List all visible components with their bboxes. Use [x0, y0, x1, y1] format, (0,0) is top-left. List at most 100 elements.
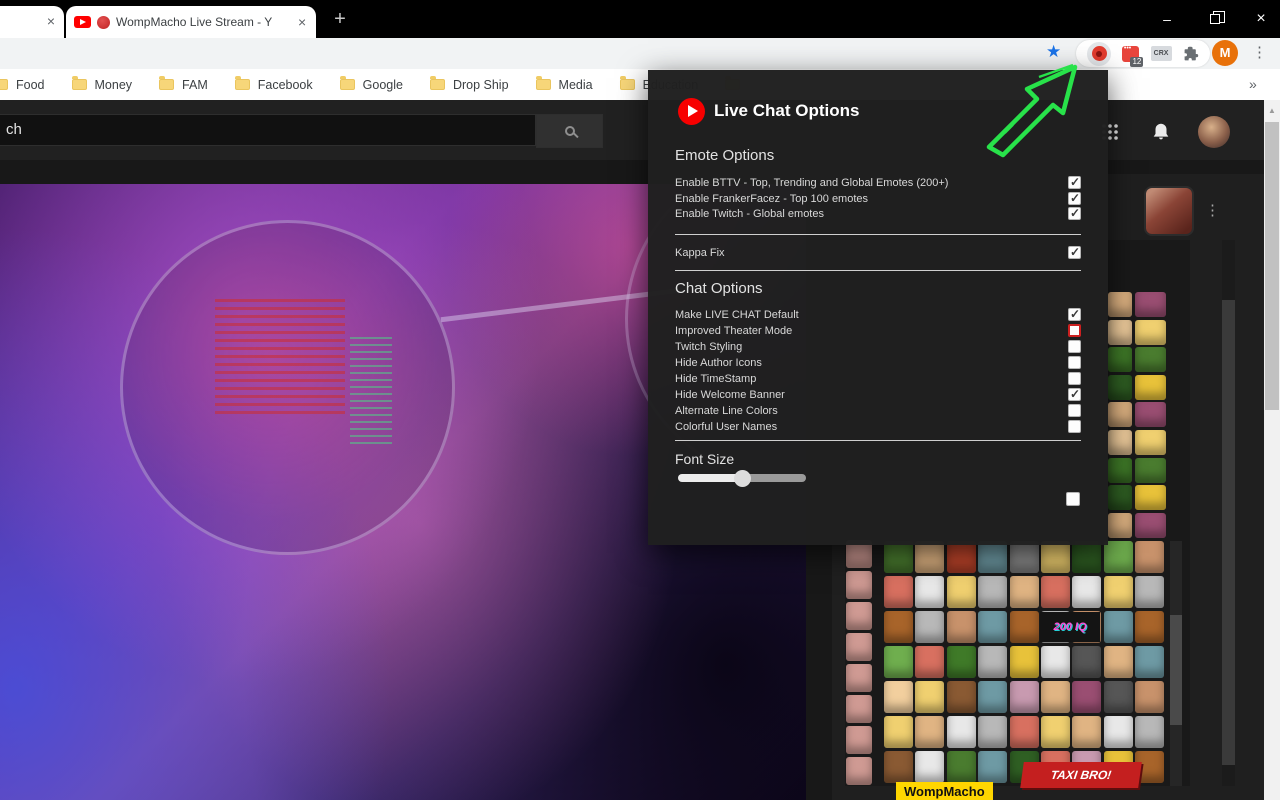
emote-tile[interactable]: [1041, 646, 1070, 678]
bookmark-item[interactable]: Food: [0, 78, 45, 92]
emote-tile[interactable]: [1135, 458, 1166, 483]
option-checkbox[interactable]: [1068, 176, 1081, 189]
emote-tile[interactable]: [884, 576, 913, 608]
emote-tile[interactable]: [1104, 681, 1133, 713]
emote-tile[interactable]: [947, 611, 976, 643]
emote-tile[interactable]: [884, 611, 913, 643]
footer-checkbox[interactable]: [1066, 492, 1080, 506]
option-checkbox[interactable]: [1068, 356, 1081, 369]
option-checkbox[interactable]: [1068, 324, 1081, 337]
emote-tile[interactable]: [1104, 611, 1133, 643]
emote-tile[interactable]: [1108, 320, 1132, 345]
emote-tile[interactable]: [947, 681, 976, 713]
emote-tile[interactable]: [1135, 347, 1166, 372]
emote-tile[interactable]: [978, 611, 1007, 643]
option-checkbox[interactable]: [1068, 246, 1081, 259]
emote-tile[interactable]: [978, 716, 1007, 748]
emote-tile[interactable]: [1072, 646, 1101, 678]
browser-menu-icon[interactable]: ⋮: [1252, 43, 1267, 61]
emote-tile[interactable]: [884, 681, 913, 713]
emote-tile[interactable]: [978, 751, 1007, 783]
emote-tile[interactable]: [1108, 430, 1132, 455]
emote-tile[interactable]: [846, 571, 872, 599]
emote-tile[interactable]: [1104, 716, 1133, 748]
new-tab-button[interactable]: +: [328, 8, 352, 32]
emote-tile[interactable]: [884, 751, 913, 783]
emote-tile[interactable]: [978, 576, 1007, 608]
emote-tile[interactable]: [1041, 541, 1070, 573]
emote-tile[interactable]: [1108, 485, 1132, 510]
search-input[interactable]: ch: [0, 114, 536, 146]
option-checkbox[interactable]: [1068, 308, 1081, 321]
emote-tile[interactable]: [1041, 576, 1070, 608]
emote-tile[interactable]: [846, 726, 872, 754]
emote-tile[interactable]: [947, 716, 976, 748]
option-checkbox[interactable]: [1068, 372, 1081, 385]
emote-tile-200iq[interactable]: 200 IQ: [1040, 612, 1100, 642]
emote-tile[interactable]: [947, 751, 976, 783]
emote-tile[interactable]: [1135, 375, 1166, 400]
emote-tile[interactable]: [1041, 681, 1070, 713]
bookmark-item[interactable]: Media: [536, 78, 593, 92]
bookmark-item[interactable]: Money: [72, 78, 133, 92]
emote-tile[interactable]: [846, 695, 872, 723]
tab-active[interactable]: WompMacho Live Stream - Y ×: [66, 6, 316, 38]
emote-tile[interactable]: [978, 681, 1007, 713]
bookmark-item[interactable]: Drop Ship: [430, 78, 509, 92]
emote-tile[interactable]: [1010, 576, 1039, 608]
bookmark-item[interactable]: FAM: [159, 78, 208, 92]
tab-partial[interactable]: ×: [0, 6, 64, 38]
emote-tile[interactable]: [1104, 541, 1133, 573]
emote-tile[interactable]: [1135, 541, 1164, 573]
emote-tile[interactable]: [1010, 611, 1039, 643]
emote-tile[interactable]: [846, 664, 872, 692]
emote-tile[interactable]: [947, 576, 976, 608]
emote-tile[interactable]: [1135, 402, 1166, 427]
emote-tile[interactable]: [915, 611, 944, 643]
emote-tile[interactable]: [1072, 716, 1101, 748]
profile-avatar[interactable]: M: [1212, 40, 1238, 66]
emote-tile[interactable]: [1041, 716, 1070, 748]
emote-tile[interactable]: [884, 541, 913, 573]
window-close-button[interactable]: ×: [1244, 0, 1278, 38]
emote-tile[interactable]: [915, 681, 944, 713]
scroll-up-arrow-icon[interactable]: ▲: [1264, 106, 1280, 115]
emote-tile[interactable]: [1010, 541, 1039, 573]
page-scrollbar-thumb[interactable]: [1265, 122, 1279, 410]
bookmark-item[interactable]: Google: [340, 78, 403, 92]
emote-tile[interactable]: [1135, 576, 1164, 608]
emote-tile[interactable]: [915, 716, 944, 748]
chat-scrollbar-thumb[interactable]: [1222, 300, 1235, 765]
option-checkbox[interactable]: [1068, 420, 1081, 433]
emote-tile[interactable]: [947, 541, 976, 573]
emote-tile[interactable]: [1010, 646, 1039, 678]
emote-tile[interactable]: [1108, 375, 1132, 400]
emote-tile[interactable]: [846, 602, 872, 630]
emote-tile[interactable]: [1135, 611, 1164, 643]
option-checkbox[interactable]: [1068, 207, 1081, 220]
emote-tile[interactable]: [1072, 576, 1101, 608]
emote-tile[interactable]: [915, 646, 944, 678]
emote-tile[interactable]: [915, 751, 944, 783]
emote-tile[interactable]: [1135, 485, 1166, 510]
emote-tile[interactable]: [1135, 716, 1164, 748]
emote-tile[interactable]: [1072, 681, 1101, 713]
emote-tile[interactable]: [1135, 513, 1166, 538]
emote-tile[interactable]: [1072, 541, 1101, 573]
emote-tile[interactable]: [1104, 576, 1133, 608]
emote-tile-taxibro[interactable]: TAXI BRO!: [1020, 762, 1142, 788]
emote-tile[interactable]: [1108, 402, 1132, 427]
option-checkbox[interactable]: [1068, 404, 1081, 417]
emote-tile[interactable]: [1135, 320, 1166, 345]
emote-tile[interactable]: [884, 716, 913, 748]
extensions-puzzle-icon[interactable]: [1183, 46, 1199, 62]
emote-tile[interactable]: [1135, 646, 1164, 678]
emote-tile[interactable]: [1010, 681, 1039, 713]
option-checkbox[interactable]: [1068, 388, 1081, 401]
font-size-slider-thumb[interactable]: [734, 470, 751, 487]
option-checkbox[interactable]: [1068, 340, 1081, 353]
emote-tile[interactable]: [1104, 646, 1133, 678]
tab-close-icon[interactable]: ×: [47, 14, 55, 28]
bookmarks-overflow-icon[interactable]: »: [1249, 76, 1257, 92]
emote-tile[interactable]: [1108, 513, 1132, 538]
